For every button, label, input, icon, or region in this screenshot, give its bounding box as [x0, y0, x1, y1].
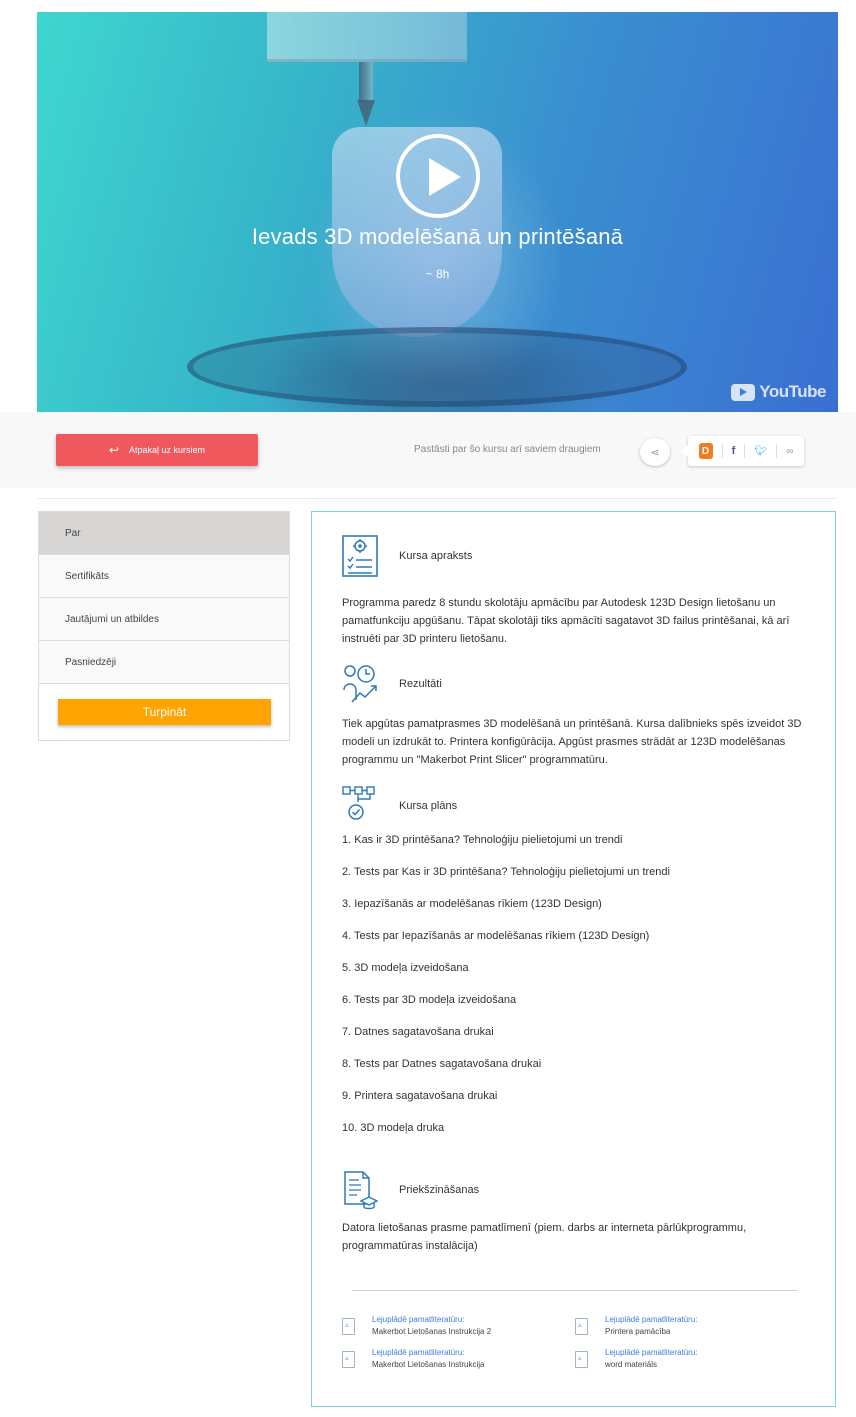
share-toggle-button[interactable]: ⋖ — [640, 438, 670, 466]
action-bar: ↩ Atpakaļ uz kursiem Pastāsti par šo kur… — [0, 412, 856, 488]
download-title[interactable]: Lejuplādē pamatliteratūru: — [605, 1348, 698, 1357]
file-download-icon — [575, 1318, 588, 1335]
download-file-name: word materiāls — [605, 1360, 658, 1369]
description-header: Kursa apraksts — [342, 534, 472, 578]
sidebar-item-label: Pasniedzēji — [65, 656, 117, 668]
description-heading: Kursa apraksts — [399, 550, 473, 562]
back-to-courses-button[interactable]: ↩ Atpakaļ uz kursiem — [56, 434, 258, 466]
back-arrow-icon: ↩ — [108, 443, 120, 457]
list-item: 6. Tests par 3D modeļa izveidošana — [342, 994, 517, 1006]
documents-graduation-icon — [344, 1171, 378, 1210]
course-video[interactable]: Ievads 3D modelēšanā un printēšanā ~ 8h … — [37, 12, 838, 412]
person-clock-growth-icon — [343, 665, 377, 703]
youtube-icon — [731, 383, 756, 401]
section-divider — [37, 498, 836, 499]
draugiem-share-icon[interactable]: D — [698, 443, 713, 459]
results-header: Rezultāti — [342, 662, 442, 706]
document-settings-icon — [342, 535, 378, 577]
prerequisites-text: Datora lietošanas prasme pamatlīmenī (pi… — [342, 1222, 747, 1252]
printer-nozzle-graphic — [359, 62, 373, 102]
print-bed-graphic — [187, 327, 687, 407]
sidebar-item-label: Par — [65, 527, 81, 539]
plan-list: 1. Kas ir 3D printēšana? Tehnoloģiju pie… — [342, 834, 812, 1154]
download-item[interactable]: Lejuplādē pamatliteratūru: Makerbot Liet… — [342, 1348, 572, 1378]
sidebar-item-jautajumi[interactable]: Jautājumi un atbildes — [39, 598, 289, 641]
download-title[interactable]: Lejuplādē pamatliteratūru: — [372, 1315, 465, 1324]
list-item: 9. Printera sagatavošana drukai — [342, 1090, 498, 1102]
list-item: 4. Tests par Iepazīšanās ar modelēšanas … — [342, 930, 650, 942]
download-file-name: Printera pamācība — [605, 1327, 671, 1336]
share-icon: ⋖ — [650, 446, 660, 459]
youtube-logo[interactable]: YouTube — [731, 382, 826, 402]
twitter-share-icon[interactable]: 🐦︎ — [754, 446, 767, 457]
results-heading: Rezultāti — [399, 678, 442, 690]
prerequisites-heading: Priekšzināšanas — [399, 1184, 480, 1196]
downloads-divider — [352, 1290, 797, 1291]
course-details-panel: Kursa apraksts Programma paredz 8 stundu… — [311, 511, 836, 1407]
course-sidebar: Par Sertifikāts Jautājumi un atbildes Pa… — [38, 511, 290, 741]
prerequisites-header: Priekšzināšanas — [342, 1168, 479, 1212]
file-download-icon — [342, 1318, 355, 1335]
sidebar-item-par[interactable]: Par — [39, 512, 289, 555]
course-title: Ievads 3D modelēšanā un printēšanā — [251, 224, 624, 249]
continue-button[interactable]: Turpināt — [58, 699, 271, 725]
download-item[interactable]: Lejuplādē pamatliteratūru: word materiāl… — [575, 1348, 805, 1378]
download-file-name: Makerbot Lietošanas Instrukcija — [372, 1360, 485, 1369]
sidebar-item-label: Jautājumi un atbildes — [65, 613, 159, 625]
workflow-icon — [342, 786, 375, 820]
youtube-wordmark: YouTube — [759, 382, 826, 401]
plan-header: Kursa plāns — [342, 784, 457, 828]
sidebar-item-label: Sertifikāts — [65, 570, 109, 582]
list-item: 1. Kas ir 3D printēšana? Tehnoloģiju pie… — [342, 834, 623, 846]
results-text: Tiek apgūtas pamatprasmes 3D modelēšanā … — [342, 718, 802, 766]
play-button[interactable] — [396, 134, 480, 218]
file-download-icon — [342, 1351, 355, 1368]
back-button-label: Atpakaļ uz kursiem — [129, 445, 206, 455]
printer-head-graphic — [267, 12, 467, 62]
list-item: 3. Iepazīšanās ar modelēšanas rīkiem (12… — [342, 898, 602, 910]
sidebar-item-sertifikats[interactable]: Sertifikāts — [39, 555, 289, 598]
list-item: 10. 3D modeļa druka — [342, 1122, 445, 1134]
download-file-name: Makerbot Lietošanas Instrukcija 2 — [372, 1327, 492, 1336]
download-item[interactable]: Lejuplādē pamatliteratūru: Makerbot Liet… — [342, 1315, 572, 1345]
description-text: Programma paredz 8 stundu skolotāju apmā… — [342, 597, 790, 645]
list-item: 5. 3D modeļa izveidošana — [342, 962, 469, 974]
copy-link-icon[interactable]: ∞ — [786, 446, 793, 457]
course-duration: ~ 8h — [425, 267, 450, 281]
list-item: 8. Tests par Datnes sagatavošana drukai — [342, 1058, 542, 1070]
sidebar-item-pasniedzeji[interactable]: Pasniedzēji — [39, 641, 289, 684]
download-title[interactable]: Lejuplādē pamatliteratūru: — [605, 1315, 698, 1324]
facebook-share-icon[interactable]: f — [732, 445, 736, 457]
share-prompt: Pastāsti par šo kursu arī saviem draugie… — [414, 444, 601, 455]
play-icon — [429, 158, 461, 196]
list-item: 7. Datnes sagatavošana drukai — [342, 1026, 494, 1038]
share-buttons: D f 🐦︎ ∞ — [681, 436, 804, 466]
plan-heading: Kursa plāns — [399, 800, 458, 812]
download-title[interactable]: Lejuplādē pamatliteratūru: — [372, 1348, 465, 1357]
printer-nozzle-tip-graphic — [357, 100, 375, 126]
file-download-icon — [575, 1351, 588, 1368]
download-item[interactable]: Lejuplādē pamatliteratūru: Printera pamā… — [575, 1315, 805, 1345]
list-item: 2. Tests par Kas ir 3D printēšana? Tehno… — [342, 866, 670, 878]
